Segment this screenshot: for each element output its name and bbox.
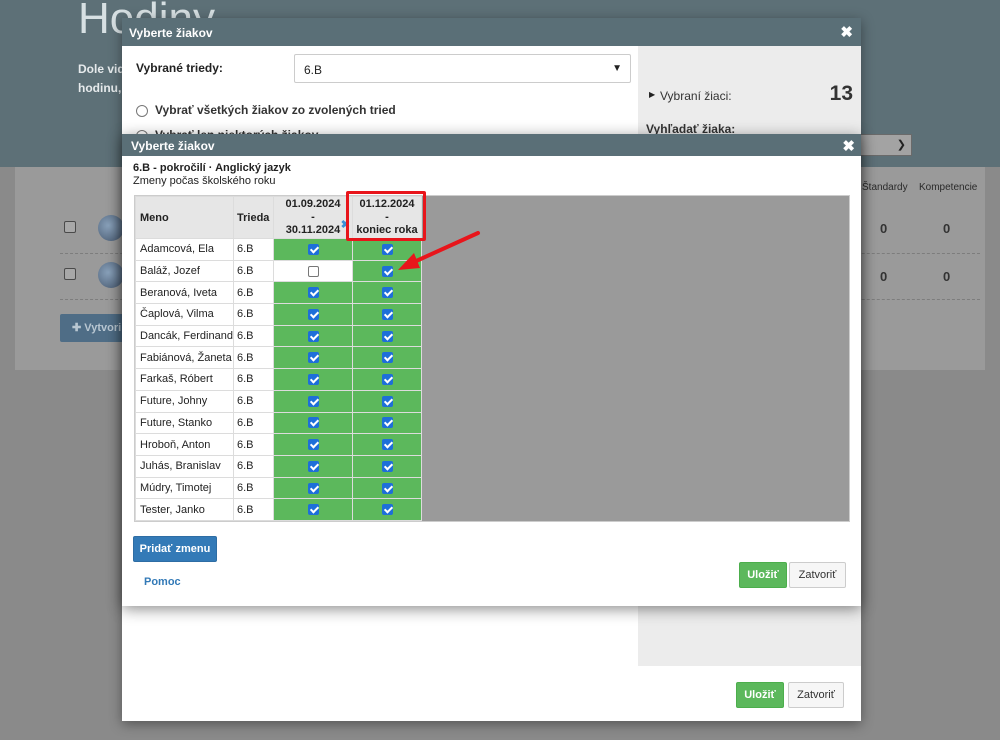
red-arrow-icon	[398, 231, 480, 270]
